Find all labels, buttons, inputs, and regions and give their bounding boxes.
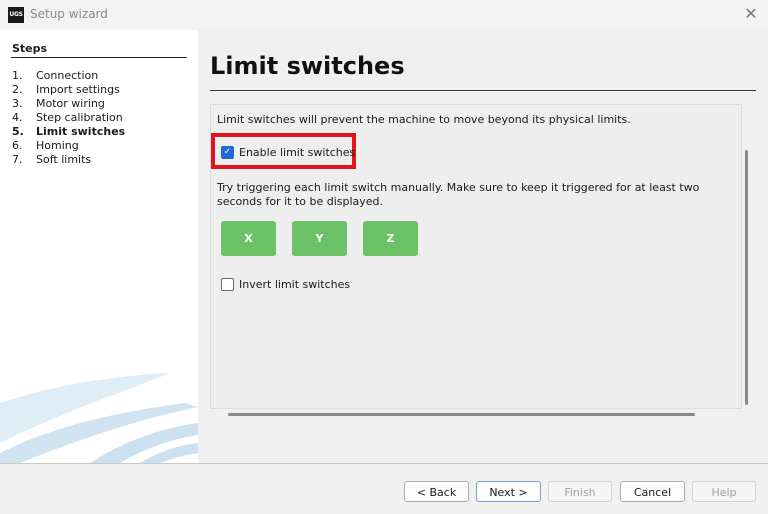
z-axis-button[interactable]: Z	[363, 221, 418, 256]
decorative-swoosh	[0, 373, 198, 463]
title-bar: UGS Setup wizard ✕	[0, 0, 768, 30]
back-button[interactable]: < Back	[404, 481, 469, 502]
steps-panel: Steps 1. Connection 2. Import settings 3. M…	[0, 30, 198, 463]
title-divider	[210, 90, 756, 91]
page-title: Limit switches	[210, 52, 405, 80]
invert-limit-switches-label: Invert limit switches	[239, 278, 351, 291]
checkbox-unchecked-icon[interactable]	[221, 278, 234, 291]
description-text: Limit switches will prevent the machine …	[217, 113, 631, 126]
limit-switch-content: Limit switches will prevent the machine …	[210, 104, 742, 409]
step-motor-wiring: 3. Motor wiring	[12, 97, 105, 110]
invert-limit-switches-checkbox[interactable]: Invert limit switches	[221, 278, 350, 291]
finish-button[interactable]: Finish	[548, 481, 612, 502]
window-title: Setup wizard	[30, 7, 108, 21]
main-panel: Limit switches Limit switches will preve…	[198, 30, 768, 463]
vertical-scrollbar[interactable]	[745, 150, 748, 405]
step-soft-limits: 7. Soft limits	[12, 153, 92, 166]
next-button[interactable]: Next >	[476, 481, 541, 502]
steps-heading: Steps	[12, 42, 48, 55]
close-icon[interactable]: ✕	[742, 5, 760, 23]
step-homing: 6. Homing	[12, 139, 79, 152]
step-connection: 1. Connection	[12, 69, 99, 82]
horizontal-scrollbar[interactable]	[228, 413, 695, 416]
footer-divider	[0, 463, 768, 464]
y-axis-button[interactable]: Y	[292, 221, 347, 256]
enable-limit-switches-label: Enable limit switches	[239, 145, 356, 159]
enable-limit-switches-checkbox[interactable]: ✓ Enable limit switches	[221, 145, 355, 159]
step-step-calibration: 4. Step calibration	[12, 111, 123, 124]
instructions-text: Try triggering each limit switch manuall…	[217, 181, 700, 208]
checkbox-checked-icon[interactable]: ✓	[221, 145, 234, 159]
cancel-button[interactable]: Cancel	[620, 481, 685, 502]
x-axis-button[interactable]: X	[221, 221, 276, 256]
steps-divider	[11, 57, 187, 58]
help-button[interactable]: Help	[692, 481, 756, 502]
step-import-settings: 2. Import settings	[12, 83, 120, 96]
steps-list: 1. Connection 2. Import settings 3. Motor w…	[12, 69, 125, 167]
ugs-app-icon: UGS	[8, 7, 24, 23]
step-limit-switches: 5. Limit switches	[12, 125, 126, 138]
